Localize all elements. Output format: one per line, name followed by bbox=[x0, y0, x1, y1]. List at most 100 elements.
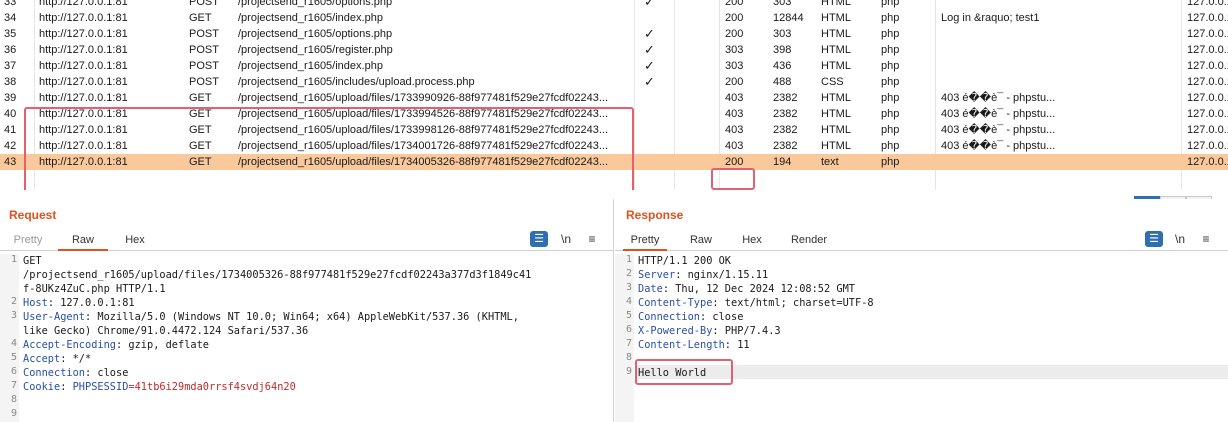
row-status: 303 bbox=[725, 60, 744, 72]
row-mime-type: HTML bbox=[821, 108, 851, 120]
row-status: 200 bbox=[725, 0, 744, 8]
code-text: : close bbox=[85, 367, 129, 379]
history-row[interactable]: 37 http://127.0.0.1:81 POST/projectsend_r1… bbox=[0, 58, 1228, 74]
row-method: POST bbox=[189, 44, 219, 56]
history-row[interactable]: 42 http://127.0.0.1:81 GET/projectsend_r16… bbox=[0, 138, 1228, 154]
row-mime-type: HTML bbox=[821, 44, 851, 56]
request-tab-pretty[interactable]: Pretty bbox=[6, 231, 50, 251]
request-pane: Request Pretty Raw Hex ☰ \n ≡ 1 GET/proje… bbox=[0, 199, 614, 422]
history-row[interactable]: 41 http://127.0.0.1:81 GET/projectsend_r16… bbox=[0, 122, 1228, 138]
history-row[interactable]: 36 http://127.0.0.1:81 POST/projectsend_r1… bbox=[0, 42, 1228, 58]
response-title: Response bbox=[626, 208, 684, 222]
row-params-check: ✓ bbox=[644, 0, 655, 9]
code-line: HTTP/1.1 200 OK bbox=[638, 254, 1224, 268]
request-editor[interactable]: 1 GET/projectsend_r1605/upload/files/1734… bbox=[0, 254, 613, 422]
row-length: 303 bbox=[773, 0, 792, 8]
wrap-lines-icon[interactable]: ☰ bbox=[1145, 231, 1163, 247]
row-ip: 127.0.0.1 bbox=[1187, 76, 1228, 88]
row-method: GET bbox=[189, 140, 212, 152]
row-length: 488 bbox=[773, 76, 792, 88]
response-tab-hex[interactable]: Hex bbox=[733, 231, 771, 251]
row-mime-type: HTML bbox=[821, 60, 851, 72]
row-number: 34 bbox=[4, 12, 17, 24]
history-row[interactable]: 38 http://127.0.0.1:81 POST/projectsend_r1… bbox=[0, 74, 1228, 90]
header-name: Content-Type bbox=[638, 297, 713, 309]
row-host: http://127.0.0.1:81 bbox=[39, 92, 128, 104]
history-row[interactable]: 43 http://127.0.0.1:81 GET/projectsend_r16… bbox=[0, 154, 1228, 170]
row-params-check: ✓ bbox=[644, 42, 655, 57]
row-extension: php bbox=[881, 0, 900, 8]
row-status: 200 bbox=[725, 12, 744, 24]
row-ip: 127.0.0.1 bbox=[1187, 44, 1228, 56]
row-mime-type: HTML bbox=[821, 124, 851, 136]
row-host: http://127.0.0.1:81 bbox=[39, 28, 128, 40]
row-url: /projectsend_r1605/index.php bbox=[238, 12, 383, 24]
row-method: GET bbox=[189, 12, 212, 24]
row-number: 41 bbox=[4, 124, 17, 136]
row-title: Log in &raquo; test1 bbox=[941, 12, 1040, 24]
request-tab-hex[interactable]: Hex bbox=[114, 231, 156, 251]
row-url: /projectsend_r1605/includes/upload.proce… bbox=[238, 76, 475, 88]
history-row[interactable]: 39 http://127.0.0.1:81 GET/projectsend_r16… bbox=[0, 90, 1228, 106]
code-text: : 127.0.0.1:81 bbox=[47, 297, 135, 309]
code-text: : */* bbox=[60, 353, 92, 365]
header-name: Server bbox=[638, 269, 676, 281]
code-text: Hello World bbox=[638, 367, 707, 379]
row-number: 42 bbox=[4, 140, 17, 152]
line-number: 3 bbox=[10, 310, 17, 321]
code-line: User-Agent: Mozilla/5.0 (Windows NT 10.0… bbox=[23, 310, 609, 324]
row-host: http://127.0.0.1:81 bbox=[39, 108, 128, 120]
cookie-value: =41tb6i29mda0rrsf4svdj64n20 bbox=[128, 381, 296, 393]
response-editor[interactable]: 1 HTTP/1.1 200 OK 2 Server: nginx/1.15.11 3 D… bbox=[615, 254, 1228, 422]
menu-icon[interactable]: ≡ bbox=[582, 230, 602, 248]
response-tab-render[interactable]: Render bbox=[783, 231, 835, 251]
line-number: 8 bbox=[10, 394, 17, 405]
code-text: : nginx/1.15.11 bbox=[675, 269, 769, 281]
request-tab-raw[interactable]: Raw bbox=[58, 231, 108, 251]
row-length: 398 bbox=[773, 44, 792, 56]
history-row[interactable]: 40 http://127.0.0.1:81 GET/projectsend_r16… bbox=[0, 106, 1228, 122]
history-row[interactable]: 33 http://127.0.0.1:81 POST/projectsend_r1… bbox=[0, 0, 1228, 10]
line-number: 8 bbox=[625, 352, 632, 363]
code-line: X-Powered-By: PHP/7.4.3 bbox=[638, 324, 1224, 338]
row-status: 403 bbox=[725, 124, 744, 136]
code-text: : gzip, deflate bbox=[116, 339, 209, 351]
newline-toggle-icon[interactable]: \n bbox=[1170, 230, 1190, 248]
row-params-check: ✓ bbox=[644, 26, 655, 41]
row-extension: php bbox=[881, 124, 900, 136]
row-number: 40 bbox=[4, 108, 17, 120]
response-tab-raw[interactable]: Raw bbox=[681, 231, 721, 251]
row-mime-type: HTML bbox=[821, 12, 851, 24]
row-extension: php bbox=[881, 12, 900, 24]
code-line: GET bbox=[23, 254, 609, 268]
line-number: 1 bbox=[625, 254, 632, 265]
line-number: 6 bbox=[625, 324, 632, 335]
history-row[interactable]: 35 http://127.0.0.1:81 POST/projectsend_r1… bbox=[0, 26, 1228, 42]
newline-toggle-icon[interactable]: \n bbox=[556, 230, 576, 248]
row-method: POST bbox=[189, 76, 219, 88]
code-line: like Gecko) Chrome/91.0.4472.124 Safari/… bbox=[23, 324, 609, 338]
header-name: User-Agent bbox=[23, 311, 85, 323]
row-ip: 127.0.0.1 bbox=[1187, 92, 1228, 104]
row-number: 33 bbox=[4, 0, 17, 8]
row-extension: php bbox=[881, 60, 900, 72]
row-host: http://127.0.0.1:81 bbox=[39, 60, 128, 72]
row-ip: 127.0.0.1 bbox=[1187, 28, 1228, 40]
highlight-status-200 bbox=[711, 168, 755, 190]
response-tabs: Pretty Raw Hex Render bbox=[615, 231, 1228, 251]
row-ip: 127.0.0.1 bbox=[1187, 12, 1228, 24]
menu-icon[interactable]: ≡ bbox=[1196, 230, 1216, 248]
code-line: Content-Length: 11 bbox=[638, 338, 1224, 352]
row-status: 403 bbox=[725, 108, 744, 120]
code-line: /projectsend_r1605/upload/files/17340053… bbox=[23, 268, 609, 282]
row-method: POST bbox=[189, 28, 219, 40]
wrap-lines-icon[interactable]: ☰ bbox=[530, 231, 548, 247]
line-number: 2 bbox=[625, 268, 632, 279]
row-number: 37 bbox=[4, 60, 17, 72]
row-number: 43 bbox=[4, 156, 17, 168]
history-row[interactable]: 34 http://127.0.0.1:81 GET/projectsend_r16… bbox=[0, 10, 1228, 26]
header-name: Accept bbox=[23, 353, 61, 365]
code-text: f-8UKz4ZuC.php HTTP/1.1 bbox=[23, 283, 166, 295]
response-tab-pretty[interactable]: Pretty bbox=[623, 231, 667, 251]
code-text: HTTP/1.1 200 OK bbox=[638, 255, 731, 267]
